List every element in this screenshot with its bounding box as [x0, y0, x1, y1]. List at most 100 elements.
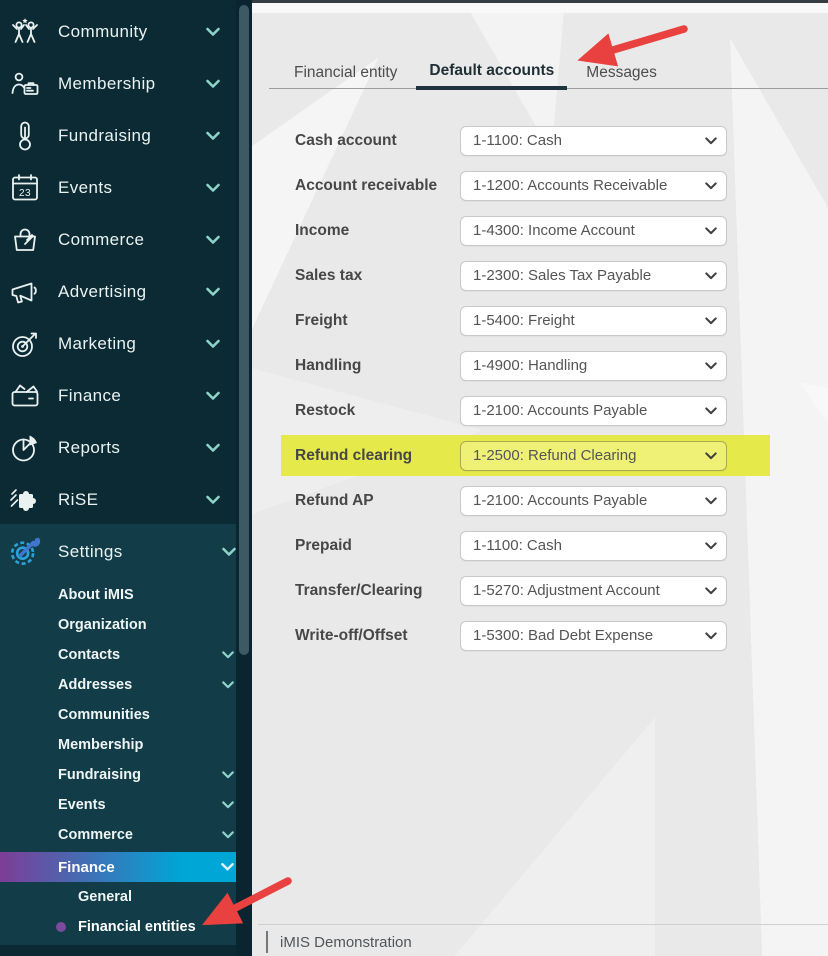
sales-tax-select[interactable]: 1-2300: Sales Tax Payable — [460, 261, 727, 291]
settings-item-commerce[interactable]: Commerce — [0, 820, 252, 850]
account-receivable-select[interactable]: 1-1200: Accounts Receivable — [460, 171, 727, 201]
sidebar-item-membership[interactable]: Membership — [0, 58, 236, 110]
income-select[interactable]: 1-4300: Income Account — [460, 216, 727, 246]
chevron-down-icon — [221, 863, 234, 872]
form-row-freight: Freight1-5400: Freight — [295, 298, 805, 343]
form-row-income: Income1-4300: Income Account — [295, 208, 805, 253]
finance-icon — [8, 379, 42, 413]
freight-select[interactable]: 1-5400: Freight — [460, 306, 727, 336]
write-off-offset-select[interactable]: 1-5300: Bad Debt Expense — [460, 621, 727, 651]
settings-item-about-imis[interactable]: About iMIS — [0, 580, 252, 610]
field-label: Freight — [295, 312, 460, 330]
sidebar-item-community[interactable]: Community — [0, 6, 236, 58]
footer-divider — [258, 924, 828, 925]
field-label: Income — [295, 222, 460, 240]
form-row-refund-clearing: Refund clearing1-2500: Refund Clearing — [295, 433, 805, 478]
form-row-transfer-clearing: Transfer/Clearing1-5270: Adjustment Acco… — [295, 568, 805, 613]
chevron-down-icon — [206, 131, 220, 141]
chevron-down-icon — [222, 831, 234, 839]
sidebar-item-marketing[interactable]: Marketing — [0, 318, 236, 370]
finance-item-financial-entities[interactable]: Financial entities — [0, 912, 252, 942]
sidebar-item-fundraising[interactable]: Fundraising — [0, 110, 236, 162]
finance-item-general[interactable]: General — [0, 882, 252, 912]
chevron-down-icon — [206, 183, 220, 193]
sidebar-item-label: Community — [58, 22, 148, 42]
form-row-write-off-offset: Write-off/Offset1-5300: Bad Debt Expense — [295, 613, 805, 658]
tab-label: Financial entity — [294, 64, 397, 82]
form-row-prepaid: Prepaid1-1100: Cash — [295, 523, 805, 568]
cash-account-select[interactable]: 1-1100: Cash — [460, 126, 727, 156]
settings-item-contacts[interactable]: Contacts — [0, 640, 252, 670]
sidebar: CommunityMembershipFundraising23EventsCo… — [0, 0, 252, 956]
transfer-clearing-select[interactable]: 1-5270: Adjustment Account — [460, 576, 727, 606]
form-row-restock: Restock1-2100: Accounts Payable — [295, 388, 805, 433]
sidebar-item-label: Advertising — [58, 282, 147, 302]
fundraising-icon — [8, 119, 42, 153]
sidebar-item-label: RiSE — [58, 490, 98, 510]
sidebar-bottom-fade — [0, 945, 236, 956]
chevron-down-icon — [206, 495, 220, 505]
settings-item-label: About iMIS — [58, 587, 134, 603]
sidebar-scrollbar-thumb[interactable] — [239, 5, 249, 655]
field-label: Account receivable — [295, 177, 460, 195]
restock-select[interactable]: 1-2100: Accounts Payable — [460, 396, 727, 426]
field-label: Handling — [295, 357, 460, 375]
chevron-down-icon — [206, 339, 220, 349]
events-icon: 23 — [8, 171, 42, 205]
settings-item-label: Membership — [58, 737, 143, 753]
form-row-handling: Handling1-4900: Handling — [295, 343, 805, 388]
settings-item-addresses[interactable]: Addresses — [0, 670, 252, 700]
settings-item-finance-active[interactable]: Finance — [0, 852, 252, 882]
form-row-sales-tax: Sales tax1-2300: Sales Tax Payable — [295, 253, 805, 298]
form-row-cash-account: Cash account1-1100: Cash — [295, 118, 805, 163]
field-label: Transfer/Clearing — [295, 582, 460, 600]
field-label: Cash account — [295, 132, 460, 150]
field-label: Write-off/Offset — [295, 627, 460, 645]
settings-item-organization[interactable]: Organization — [0, 610, 252, 640]
settings-item-label: Finance — [58, 859, 115, 876]
settings-item-label: Contacts — [58, 647, 120, 663]
field-label: Refund clearing — [295, 447, 460, 465]
sidebar-item-reports[interactable]: Reports — [0, 422, 236, 474]
footer-bar — [266, 931, 268, 953]
sidebar-item-finance[interactable]: Finance — [0, 370, 236, 422]
sidebar-item-rise[interactable]: RiSE — [0, 474, 236, 526]
settings-item-fundraising[interactable]: Fundraising — [0, 760, 252, 790]
field-label: Restock — [295, 402, 460, 420]
sidebar-item-events[interactable]: 23Events — [0, 162, 236, 214]
finance-item-label: Financial entities — [78, 919, 196, 935]
prepaid-select[interactable]: 1-1100: Cash — [460, 531, 727, 561]
svg-text:23: 23 — [19, 188, 31, 199]
field-label: Sales tax — [295, 267, 460, 285]
sidebar-item-label: Finance — [58, 386, 121, 406]
tab-default-accounts[interactable]: Default accounts — [416, 55, 567, 90]
marketing-icon — [8, 327, 42, 361]
chevron-down-icon — [206, 27, 220, 37]
settings-section: Settings About iMIS Organization Contacts Ad… — [0, 524, 252, 956]
chevron-down-icon — [222, 681, 234, 689]
tab-bar: Financial entity Default accountsMessages — [281, 55, 670, 90]
settings-item-membership[interactable]: Membership — [0, 730, 252, 760]
sidebar-scrollbar[interactable] — [236, 0, 252, 956]
form-row-account-receivable: Account receivable1-1200: Accounts Recei… — [295, 163, 805, 208]
handling-select[interactable]: 1-4900: Handling — [460, 351, 727, 381]
settings-item-communities[interactable]: Communities — [0, 700, 252, 730]
active-page-bullet — [56, 922, 66, 932]
sidebar-item-advertising[interactable]: Advertising — [0, 266, 236, 318]
form-row-refund-ap: Refund AP1-2100: Accounts Payable — [295, 478, 805, 523]
default-accounts-form: Cash account1-1100: CashAccount receivab… — [295, 118, 805, 658]
settings-item-events[interactable]: Events — [0, 790, 252, 820]
refund-clearing-select[interactable]: 1-2500: Refund Clearing — [460, 441, 727, 471]
sidebar-item-commerce[interactable]: Commerce — [0, 214, 236, 266]
sidebar-item-settings[interactable]: Settings — [0, 524, 252, 580]
tab-financial-entity[interactable]: Financial entity — [281, 55, 410, 90]
settings-item-label: Communities — [58, 707, 150, 723]
advertising-icon — [8, 275, 42, 309]
tab-messages[interactable]: Messages — [573, 55, 670, 90]
sidebar-item-label: Marketing — [58, 334, 136, 354]
sidebar-item-label: Membership — [58, 74, 156, 94]
rise-icon — [8, 483, 42, 517]
footer: iMIS Demonstration — [266, 931, 412, 953]
refund-ap-select[interactable]: 1-2100: Accounts Payable — [460, 486, 727, 516]
chevron-down-icon — [222, 771, 234, 779]
